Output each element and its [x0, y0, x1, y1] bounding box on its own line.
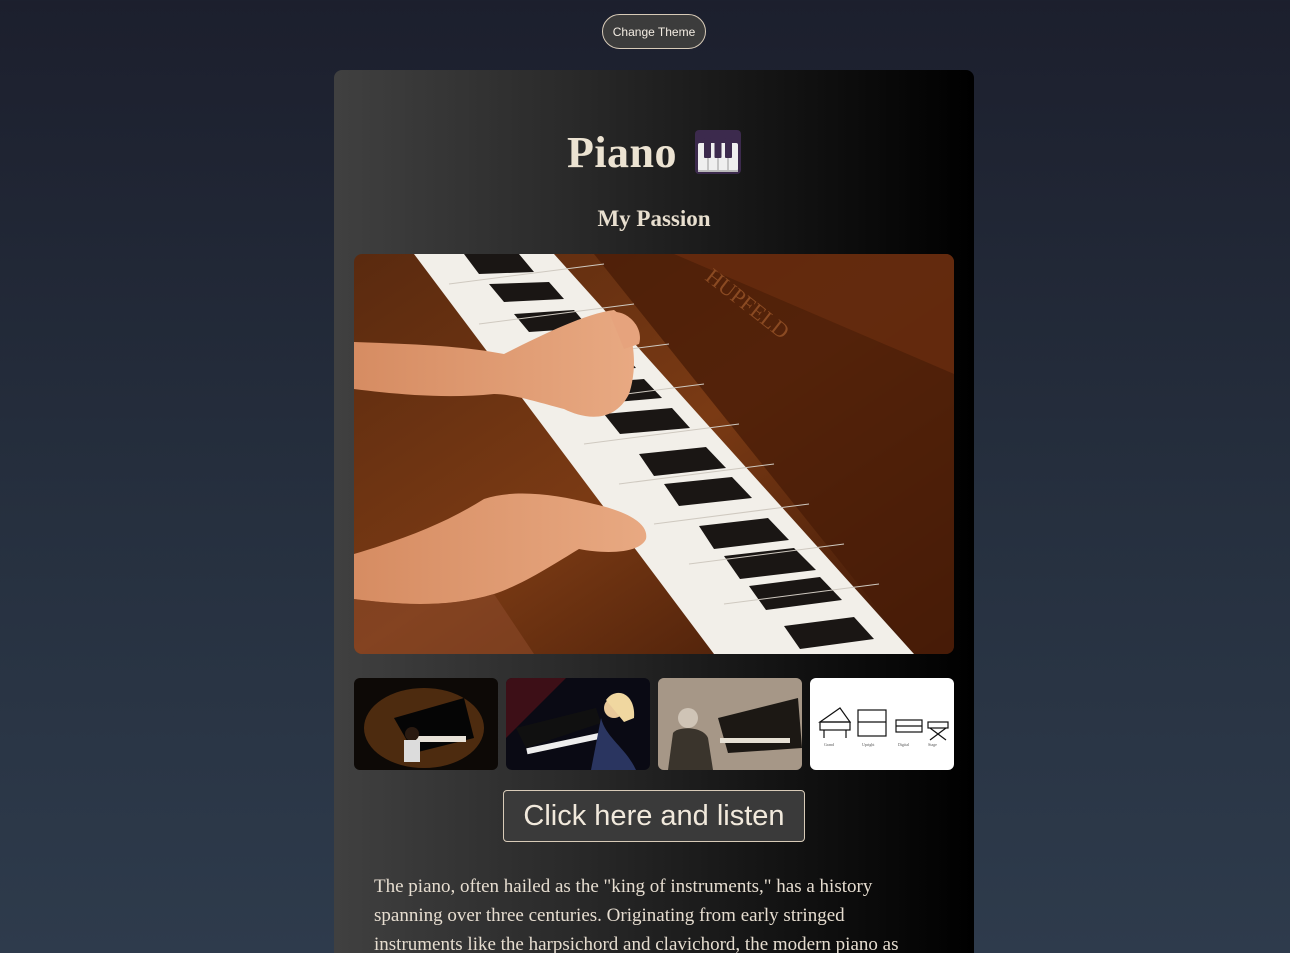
hands-playing-piano-illustration: HUPFELD [354, 254, 954, 654]
thumbnail-gallery: Grand Upright Digital Stage [354, 678, 954, 770]
svg-text:Upright: Upright [862, 742, 875, 747]
thumbnail-1[interactable] [354, 678, 498, 770]
page-subtitle: My Passion [597, 206, 711, 231]
piano-keys-icon [695, 130, 742, 174]
thumbnail-4[interactable]: Grand Upright Digital Stage [810, 678, 954, 770]
hero-image: HUPFELD [354, 254, 954, 654]
change-theme-button[interactable]: Change Theme [602, 14, 706, 49]
listen-button[interactable]: Click here and listen [503, 790, 805, 842]
thumbnail-3[interactable] [658, 678, 802, 770]
svg-text:Digital: Digital [898, 742, 910, 747]
thumbnail-2[interactable] [506, 678, 650, 770]
title-row: Piano [334, 122, 974, 182]
piano-history-text: The piano, often hailed as the "king of … [374, 876, 899, 953]
piano-card: Piano My Passion HUPFELD Grand Upright D… [334, 70, 974, 953]
svg-text:Grand: Grand [824, 742, 834, 747]
page-title: Piano [566, 127, 678, 177]
svg-text:Stage: Stage [928, 742, 937, 747]
